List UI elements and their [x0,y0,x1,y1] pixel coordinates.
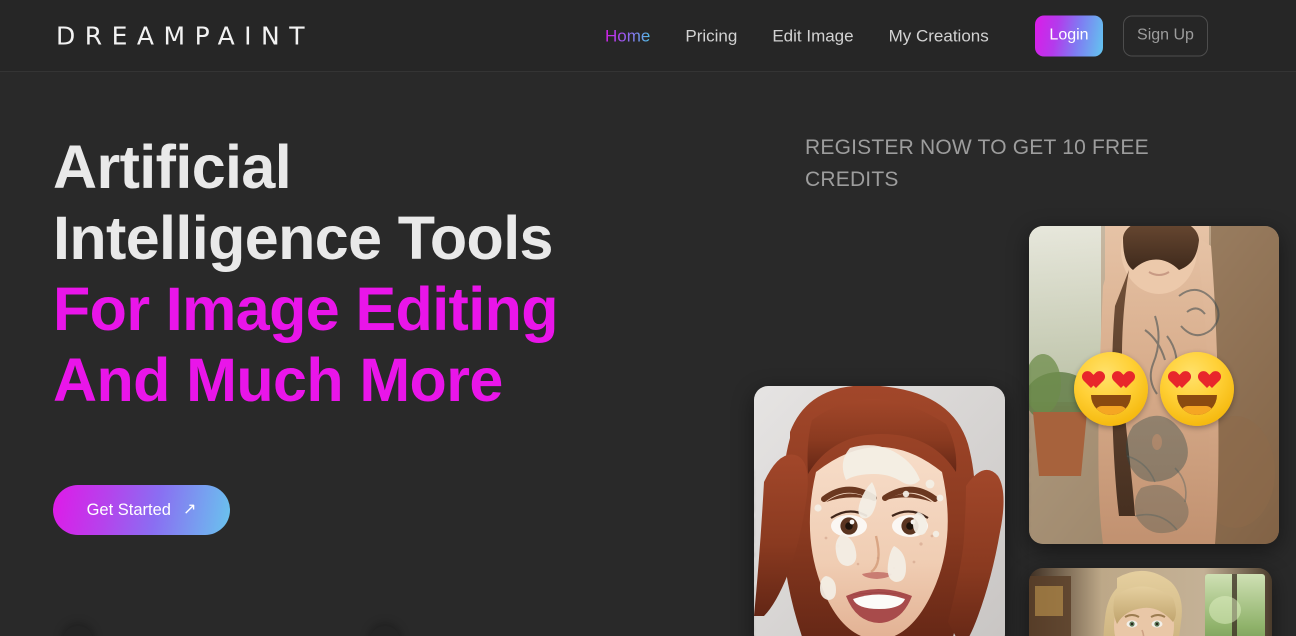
main-navigation: Home Pricing Edit Image My Creations [605,27,989,44]
nav-item-my-creations[interactable]: My Creations [889,27,989,44]
gallery-image-redhead-woman [754,386,1005,636]
headline-line-3: For Image Editing [53,274,693,345]
app-root: DREAMPAINT Home Pricing Edit Image My Cr… [0,0,1296,636]
promo-text: REGISTER NOW TO GET 10 FREE CREDITS [805,132,1165,196]
headline-line-2: Intelligence Tools [53,203,693,274]
headline-line-1: Artificial [53,132,693,203]
brand-logo[interactable]: DREAMPAINT [56,21,314,50]
login-button[interactable]: Login [1035,15,1103,56]
gallery-card-right-top[interactable]: Generated with DreamPaint.net [1029,226,1279,544]
hero-text-block: Artificial Intelligence Tools For Image … [53,132,693,416]
auth-actions: Login Sign Up [1035,15,1208,56]
arrow-up-right-icon: ↗ [183,502,196,518]
nav-item-pricing[interactable]: Pricing [685,27,737,44]
gallery-card-partial-mid[interactable] [370,626,400,636]
nav-item-home[interactable]: Home [605,27,650,44]
gallery-card-right-bottom[interactable] [1029,568,1272,636]
page-title: Artificial Intelligence Tools For Image … [53,132,693,416]
gallery-image-blonde-woman [1029,568,1272,636]
nav-item-edit-image[interactable]: Edit Image [772,27,853,44]
gallery-card-center[interactable]: Generated with DreamPaint.net [754,386,1005,636]
site-header: DREAMPAINT Home Pricing Edit Image My Cr… [0,0,1296,72]
headline-line-4: And Much More [53,345,693,416]
gallery-card-partial-left[interactable] [63,626,93,636]
signup-button[interactable]: Sign Up [1123,15,1208,56]
gallery-image-tattooed-woman [1029,226,1279,544]
get-started-button[interactable]: Get Started ↗ [53,485,230,535]
get-started-label: Get Started [87,501,171,520]
